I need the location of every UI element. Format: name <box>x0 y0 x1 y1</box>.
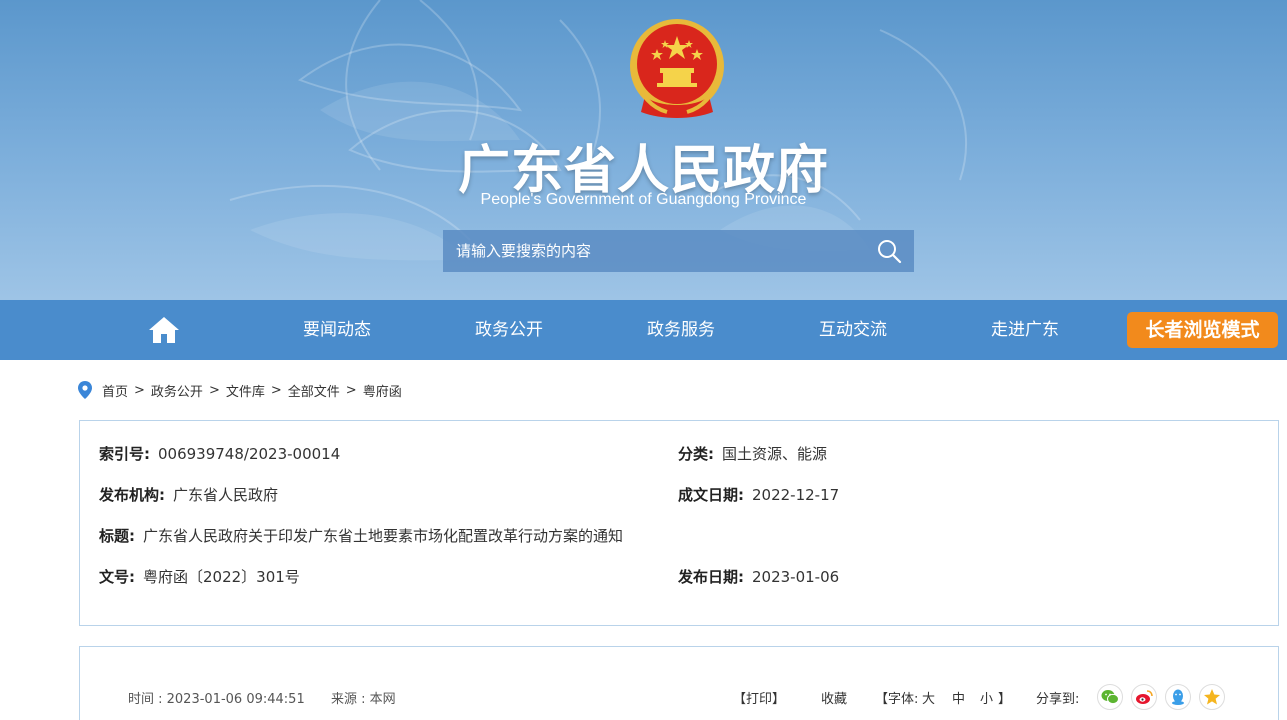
site-subtitle: People's Government of Guangdong Provinc… <box>480 191 807 208</box>
print-button[interactable]: 【打印】 <box>733 688 785 707</box>
nav-item-services[interactable]: 政务服务 <box>611 300 751 360</box>
nav-item-news[interactable]: 要闻动态 <box>267 300 407 360</box>
font-size-prefix: 【字体: <box>875 692 919 707</box>
meta-published-value: 2023-01-06 <box>752 568 840 586</box>
article-source: 来源 : 本网 <box>331 692 396 707</box>
breadcrumb-file-library[interactable]: 文件库 <box>226 381 265 400</box>
site-header: 广东省人民政府 People's Government of Guangdong… <box>0 0 1287 300</box>
article-box <box>79 646 1279 720</box>
breadcrumb: 首页 > 政务公开 > 文件库 > 全部文件 > 粤府函 <box>78 380 402 400</box>
meta-written-date: 成文日期: 2022-12-17 <box>678 484 839 505</box>
breadcrumb-all-files[interactable]: 全部文件 <box>288 381 340 400</box>
weibo-icon <box>1136 690 1153 704</box>
font-large-button[interactable]: 大 <box>922 688 935 707</box>
meta-docno-value: 粤府函〔2022〕301号 <box>143 568 300 586</box>
breadcrumb-government-affairs[interactable]: 政务公开 <box>151 381 203 400</box>
nav-item-government-affairs[interactable]: 政务公开 <box>439 300 579 360</box>
meta-published-label: 发布日期: <box>678 568 744 586</box>
meta-written-label: 成文日期: <box>678 486 744 504</box>
share-wechat-button[interactable] <box>1097 684 1123 710</box>
meta-title-value: 广东省人民政府关于印发广东省土地要素市场化配置改革行动方案的通知 <box>143 527 624 545</box>
share-qzone-button[interactable] <box>1199 684 1225 710</box>
home-icon[interactable] <box>148 316 180 344</box>
nav-item-about-guangdong[interactable]: 走进广东 <box>955 300 1095 360</box>
meta-doc-number: 文号: 粤府函〔2022〕301号 <box>99 566 300 587</box>
elder-mode-button[interactable]: 长者浏览模式 <box>1127 312 1278 348</box>
search-bar <box>443 230 914 272</box>
meta-issuer-value: 广东省人民政府 <box>173 486 279 504</box>
meta-index-label: 索引号: <box>99 445 150 463</box>
main-nav: 要闻动态 政务公开 政务服务 互动交流 走进广东 长者浏览模式 <box>0 300 1287 360</box>
breadcrumb-home[interactable]: 首页 <box>102 381 128 400</box>
meta-category-value: 国土资源、能源 <box>722 445 828 463</box>
search-icon <box>878 240 902 264</box>
nav-item-interaction[interactable]: 互动交流 <box>783 300 923 360</box>
meta-index: 索引号: 006939748/2023-00014 <box>99 443 340 464</box>
meta-published-date: 发布日期: 2023-01-06 <box>678 566 839 587</box>
article-time: 时间 : 2023-01-06 09:44:51 <box>128 692 305 707</box>
font-medium-button[interactable]: 中 <box>952 688 965 707</box>
meta-title-label: 标题: <box>99 527 135 545</box>
qzone-icon <box>1204 689 1220 705</box>
national-emblem-icon <box>630 19 724 118</box>
meta-category: 分类: 国土资源、能源 <box>678 443 827 464</box>
breadcrumb-separator: > <box>134 382 145 398</box>
search-input[interactable] <box>443 230 863 272</box>
favorite-button[interactable]: 收藏 <box>821 688 847 707</box>
share-qq-button[interactable] <box>1165 684 1191 710</box>
breadcrumb-separator: > <box>270 382 282 398</box>
breadcrumb-current[interactable]: 粤府函 <box>363 381 402 400</box>
meta-title: 标题: 广东省人民政府关于印发广东省土地要素市场化配置改革行动方案的通知 <box>99 525 623 546</box>
share-weibo-button[interactable] <box>1131 684 1157 710</box>
meta-issuer: 发布机构: 广东省人民政府 <box>99 484 278 505</box>
meta-written-value: 2022-12-17 <box>752 486 840 504</box>
font-small-button[interactable]: 小 <box>980 688 993 707</box>
breadcrumb-separator: > <box>208 382 220 398</box>
breadcrumb-separator: > <box>345 382 357 398</box>
meta-docno-label: 文号: <box>99 568 135 586</box>
qq-icon <box>1172 689 1184 705</box>
meta-index-value: 006939748/2023-00014 <box>158 445 341 463</box>
meta-category-label: 分类: <box>678 445 714 463</box>
wechat-icon <box>1101 690 1119 705</box>
share-label: 分享到: <box>1036 692 1080 707</box>
meta-issuer-label: 发布机构: <box>99 486 165 504</box>
location-pin-icon <box>78 381 92 399</box>
search-button[interactable] <box>864 230 914 272</box>
font-size-suffix: 】 <box>998 692 1012 707</box>
